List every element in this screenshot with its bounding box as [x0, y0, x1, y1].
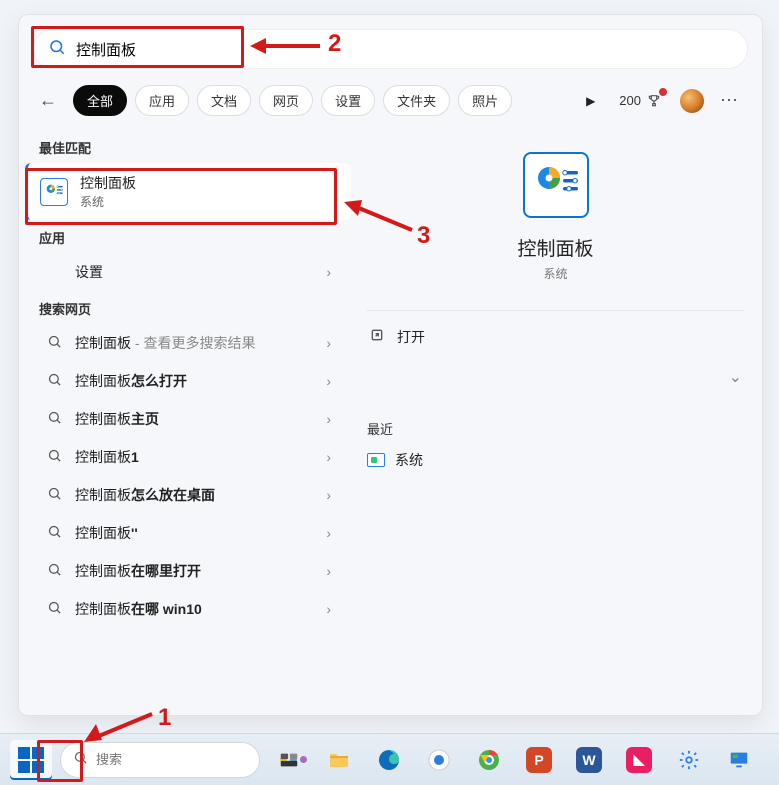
best-match-result[interactable]: 控制面板 系统 — [25, 163, 351, 220]
web-result-label: 控制面板怎么放在桌面 — [75, 485, 314, 505]
start-button[interactable] — [10, 740, 52, 780]
search-icon — [45, 524, 63, 542]
recent-item-system[interactable]: 系统 — [367, 442, 744, 478]
monitor-app-button[interactable] — [718, 740, 760, 780]
results-left-column: 最佳匹配 控制面板 系统 应用 设置 › 搜索网页 控制面板 - 查看 — [19, 130, 357, 715]
control-panel-icon — [40, 178, 68, 206]
web-results-list: 控制面板 - 查看更多搜索结果›控制面板怎么打开›控制面板主页›控制面板1›控制… — [19, 324, 357, 628]
tab-folders[interactable]: 文件夹 — [383, 85, 450, 116]
search-icon — [45, 372, 63, 390]
tab-apps[interactable]: 应用 — [135, 85, 189, 116]
web-result[interactable]: 控制面板怎么放在桌面 › — [25, 476, 351, 514]
web-header: 搜索网页 — [19, 291, 357, 324]
web-result[interactable]: 控制面板主页 › — [25, 400, 351, 438]
recent-header: 最近 — [367, 415, 744, 442]
trophy-icon — [646, 93, 662, 109]
web-result[interactable]: 控制面板在哪 win10 › — [25, 590, 351, 628]
chevron-right-icon: › — [326, 487, 331, 503]
user-avatar[interactable] — [680, 89, 704, 113]
chevron-right-icon: › — [326, 335, 331, 351]
play-icon[interactable]: ▶ — [580, 94, 601, 108]
search-bar[interactable] — [33, 29, 748, 69]
powerpoint-button[interactable]: P — [518, 740, 560, 780]
apps-header: 应用 — [19, 220, 357, 253]
annotation-arrow-2 — [250, 36, 324, 56]
preview-app-icon — [523, 152, 589, 218]
chevron-right-icon: › — [326, 411, 331, 427]
web-result-label: 控制面板 - 查看更多搜索结果 — [75, 333, 314, 353]
taskbar-search-input[interactable] — [96, 752, 272, 767]
chevron-right-icon: › — [326, 525, 331, 541]
pink-app-button[interactable]: ◣ — [618, 740, 660, 780]
web-result-label: 控制面板1 — [75, 447, 314, 467]
chevron-right-icon: › — [326, 373, 331, 389]
chrome-button[interactable] — [468, 740, 510, 780]
windows-logo-icon — [18, 747, 44, 773]
web-result-label: 控制面板在哪 win10 — [75, 599, 314, 619]
chevron-down-icon: ⌄ — [729, 367, 742, 387]
edge-button[interactable] — [368, 740, 410, 780]
web-result[interactable]: 控制面板在哪里打开 › — [25, 552, 351, 590]
more-button[interactable]: ⋯ — [712, 90, 748, 111]
web-result[interactable]: 控制面板 - 查看更多搜索结果 › — [25, 324, 351, 362]
web-result[interactable]: 控制面板1 › — [25, 438, 351, 476]
tab-settings[interactable]: 设置 — [321, 85, 375, 116]
preview-title: 控制面板 — [517, 234, 593, 261]
search-icon — [48, 38, 66, 61]
open-icon — [369, 327, 385, 347]
annotation-arrow-3 — [340, 196, 418, 236]
open-label: 打开 — [397, 327, 425, 347]
search-input[interactable] — [76, 41, 733, 58]
chevron-right-icon: › — [326, 449, 331, 465]
chevron-right-icon: › — [326, 563, 331, 579]
tab-all[interactable]: 全部 — [73, 85, 127, 116]
annotation-number-2: 2 — [328, 30, 341, 58]
tab-web[interactable]: 网页 — [259, 85, 313, 116]
app-result-settings[interactable]: 设置 › — [25, 253, 351, 291]
web-result[interactable]: 控制面板'' › — [25, 514, 351, 552]
rewards-points[interactable]: 200 — [619, 93, 662, 109]
search-icon — [45, 600, 63, 618]
annotation-number-1: 1 — [158, 704, 171, 732]
back-button[interactable]: ← — [33, 86, 63, 115]
web-result-label: 控制面板'' — [75, 523, 314, 543]
expand-action[interactable]: ⌄ — [367, 357, 744, 397]
annotation-number-3: 3 — [417, 222, 430, 250]
tab-photos[interactable]: 照片 — [458, 85, 512, 116]
web-result-label: 控制面板在哪里打开 — [75, 561, 314, 581]
chevron-right-icon: › — [326, 601, 331, 617]
system-icon — [367, 453, 385, 467]
search-icon — [45, 334, 63, 352]
file-explorer-button[interactable] — [318, 740, 360, 780]
word-button[interactable]: W — [568, 740, 610, 780]
search-icon — [45, 448, 63, 466]
task-view-button[interactable] — [268, 740, 310, 780]
best-match-header: 最佳匹配 — [19, 130, 357, 163]
windows-search-panel: ← 全部 应用 文档 网页 设置 文件夹 照片 ▶ 200 ⋯ 最佳匹配 — [18, 14, 763, 716]
open-action[interactable]: 打开 — [367, 317, 744, 357]
taskbar-search[interactable] — [60, 742, 260, 778]
web-result-label: 控制面板怎么打开 — [75, 371, 314, 391]
search-icon — [73, 750, 88, 769]
tab-documents[interactable]: 文档 — [197, 85, 251, 116]
best-match-subtitle: 系统 — [80, 193, 136, 210]
annotation-arrow-1 — [78, 710, 158, 746]
web-result-label: 控制面板主页 — [75, 409, 314, 429]
points-value: 200 — [619, 93, 641, 108]
search-icon — [45, 486, 63, 504]
search-icon — [45, 410, 63, 428]
settings-button[interactable] — [668, 740, 710, 780]
app-circle-button[interactable] — [418, 740, 460, 780]
chevron-right-icon: › — [326, 264, 331, 280]
web-result[interactable]: 控制面板怎么打开 › — [25, 362, 351, 400]
preview-subtitle: 系统 — [543, 265, 567, 282]
search-icon — [45, 562, 63, 580]
filter-tabs-row: ← 全部 应用 文档 网页 设置 文件夹 照片 ▶ 200 ⋯ — [33, 85, 748, 116]
best-match-title: 控制面板 — [80, 173, 136, 193]
